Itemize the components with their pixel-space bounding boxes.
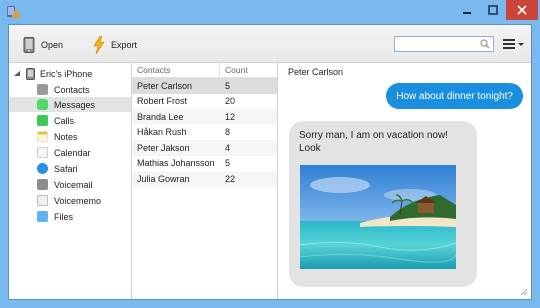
outgoing-message-bubble[interactable]: How about dinner tonight? xyxy=(386,83,523,109)
table-row[interactable]: Robert Frost 20 xyxy=(132,94,277,110)
title-bar[interactable] xyxy=(0,0,540,24)
contacts-list-panel: Contacts Count Peter Carlson 5 Robert Fr… xyxy=(132,63,278,299)
contact-name-cell: Robert Frost xyxy=(137,96,188,107)
outgoing-message-text: How about dinner tonight? xyxy=(396,90,513,102)
message-count-cell: 22 xyxy=(225,173,236,184)
incoming-message-text: Sorry man, I am on vacation now! Look xyxy=(299,130,448,154)
sidebar-item-notes[interactable]: Notes xyxy=(9,129,131,144)
open-button[interactable]: Open xyxy=(23,35,63,55)
sidebar-item-label: Messages xyxy=(54,99,96,110)
sidebar-item-label: Voicemail xyxy=(54,179,93,190)
messages-icon xyxy=(37,99,48,110)
device-tree-panel: Eric's iPhone Contacts Messages Calls No… xyxy=(9,63,132,299)
conversation-title: Peter Carlson xyxy=(288,67,344,77)
column-header-contacts[interactable]: Contacts xyxy=(137,63,171,77)
sidebar-item-label: Files xyxy=(54,211,74,222)
maximize-icon xyxy=(488,5,498,15)
table-row[interactable]: Mathias Johansson 5 xyxy=(132,156,277,172)
safari-icon xyxy=(37,163,48,174)
contact-name-cell: Håkan Rush xyxy=(137,127,187,138)
table-row[interactable]: Peter Carlson 5 xyxy=(132,78,277,94)
open-label: Open xyxy=(41,40,64,50)
minimize-icon xyxy=(463,12,471,14)
table-row[interactable]: Peter Jakson 4 xyxy=(132,140,277,156)
sidebar-item-label: Calendar xyxy=(54,147,91,158)
calls-icon xyxy=(37,115,48,126)
message-count-cell: 20 xyxy=(225,96,236,107)
hamburger-menu-icon xyxy=(503,39,524,49)
sidebar-item-calls[interactable]: Calls xyxy=(9,113,131,128)
notes-icon xyxy=(37,131,48,142)
menu-button[interactable] xyxy=(503,37,525,51)
search-input[interactable] xyxy=(394,36,494,52)
sidebar-item-calendar[interactable]: Calendar xyxy=(9,145,131,160)
voicemail-icon xyxy=(37,179,48,190)
lightning-icon xyxy=(93,36,105,54)
close-button[interactable] xyxy=(506,0,538,20)
sidebar-item-messages[interactable]: Messages xyxy=(9,97,131,112)
voicememo-icon xyxy=(37,195,48,206)
sidebar-item-label: Notes xyxy=(54,131,78,142)
message-count-cell: 8 xyxy=(225,127,231,138)
phone-device-icon xyxy=(26,68,35,80)
message-count-cell: 5 xyxy=(225,80,231,91)
conversation-panel: Peter Carlson How about dinner tonight? … xyxy=(278,63,531,299)
sidebar-item-label: Safari xyxy=(54,163,78,174)
contact-name-cell: Peter Carlson xyxy=(137,80,193,91)
device-name: Eric's iPhone xyxy=(40,69,93,79)
sidebar-item-voicememo[interactable]: Voicememo xyxy=(9,193,131,208)
message-count-cell: 12 xyxy=(225,111,236,122)
sidebar-item-label: Calls xyxy=(54,115,75,126)
sidebar-item-label: Contacts xyxy=(54,84,90,95)
table-row[interactable]: Branda Lee 12 xyxy=(132,109,277,125)
table-row[interactable]: Julia Gowran 22 xyxy=(132,171,277,187)
search-icon[interactable] xyxy=(480,39,490,49)
app-logo-icon xyxy=(7,6,19,18)
toolbar: Open Export xyxy=(9,25,531,63)
files-icon xyxy=(37,211,48,222)
tree-root-device[interactable]: Eric's iPhone xyxy=(13,67,92,81)
export-label: Export xyxy=(111,40,138,50)
resize-grip-icon[interactable] xyxy=(520,288,528,296)
incoming-message-bubble[interactable]: Sorry man, I am on vacation now! Look xyxy=(289,121,477,287)
minimize-button[interactable] xyxy=(454,0,480,20)
close-icon xyxy=(517,5,527,15)
export-button[interactable]: Export xyxy=(93,35,137,55)
sidebar-item-label: Voicememo xyxy=(54,195,102,206)
contact-name-cell: Julia Gowran xyxy=(137,173,190,184)
maximize-button[interactable] xyxy=(480,0,506,20)
contact-name-cell: Peter Jakson xyxy=(137,142,190,153)
calendar-icon xyxy=(37,147,48,158)
main-client-area: Open Export Eric's iPhone Contacts Messa… xyxy=(8,24,532,300)
phone-device-icon xyxy=(23,37,35,53)
sidebar-item-safari[interactable]: Safari xyxy=(9,161,131,176)
collapse-arrow-icon[interactable] xyxy=(13,70,21,78)
table-header: Contacts Count xyxy=(132,63,277,78)
column-divider[interactable] xyxy=(219,63,220,78)
message-count-cell: 5 xyxy=(225,158,231,169)
sidebar-item-files[interactable]: Files xyxy=(9,209,131,224)
contact-name-cell: Mathias Johansson xyxy=(137,158,215,169)
beach-photo-attachment[interactable] xyxy=(300,165,456,269)
table-row[interactable]: Håkan Rush 8 xyxy=(132,125,277,141)
app-window: Open Export Eric's iPhone Contacts Messa… xyxy=(0,0,540,308)
contacts-icon xyxy=(37,84,48,95)
sidebar-item-voicemail[interactable]: Voicemail xyxy=(9,177,131,192)
contact-name-cell: Branda Lee xyxy=(137,111,184,122)
sidebar-item-contacts[interactable]: Contacts xyxy=(9,82,131,97)
column-header-count[interactable]: Count xyxy=(225,63,248,77)
message-count-cell: 4 xyxy=(225,142,231,153)
